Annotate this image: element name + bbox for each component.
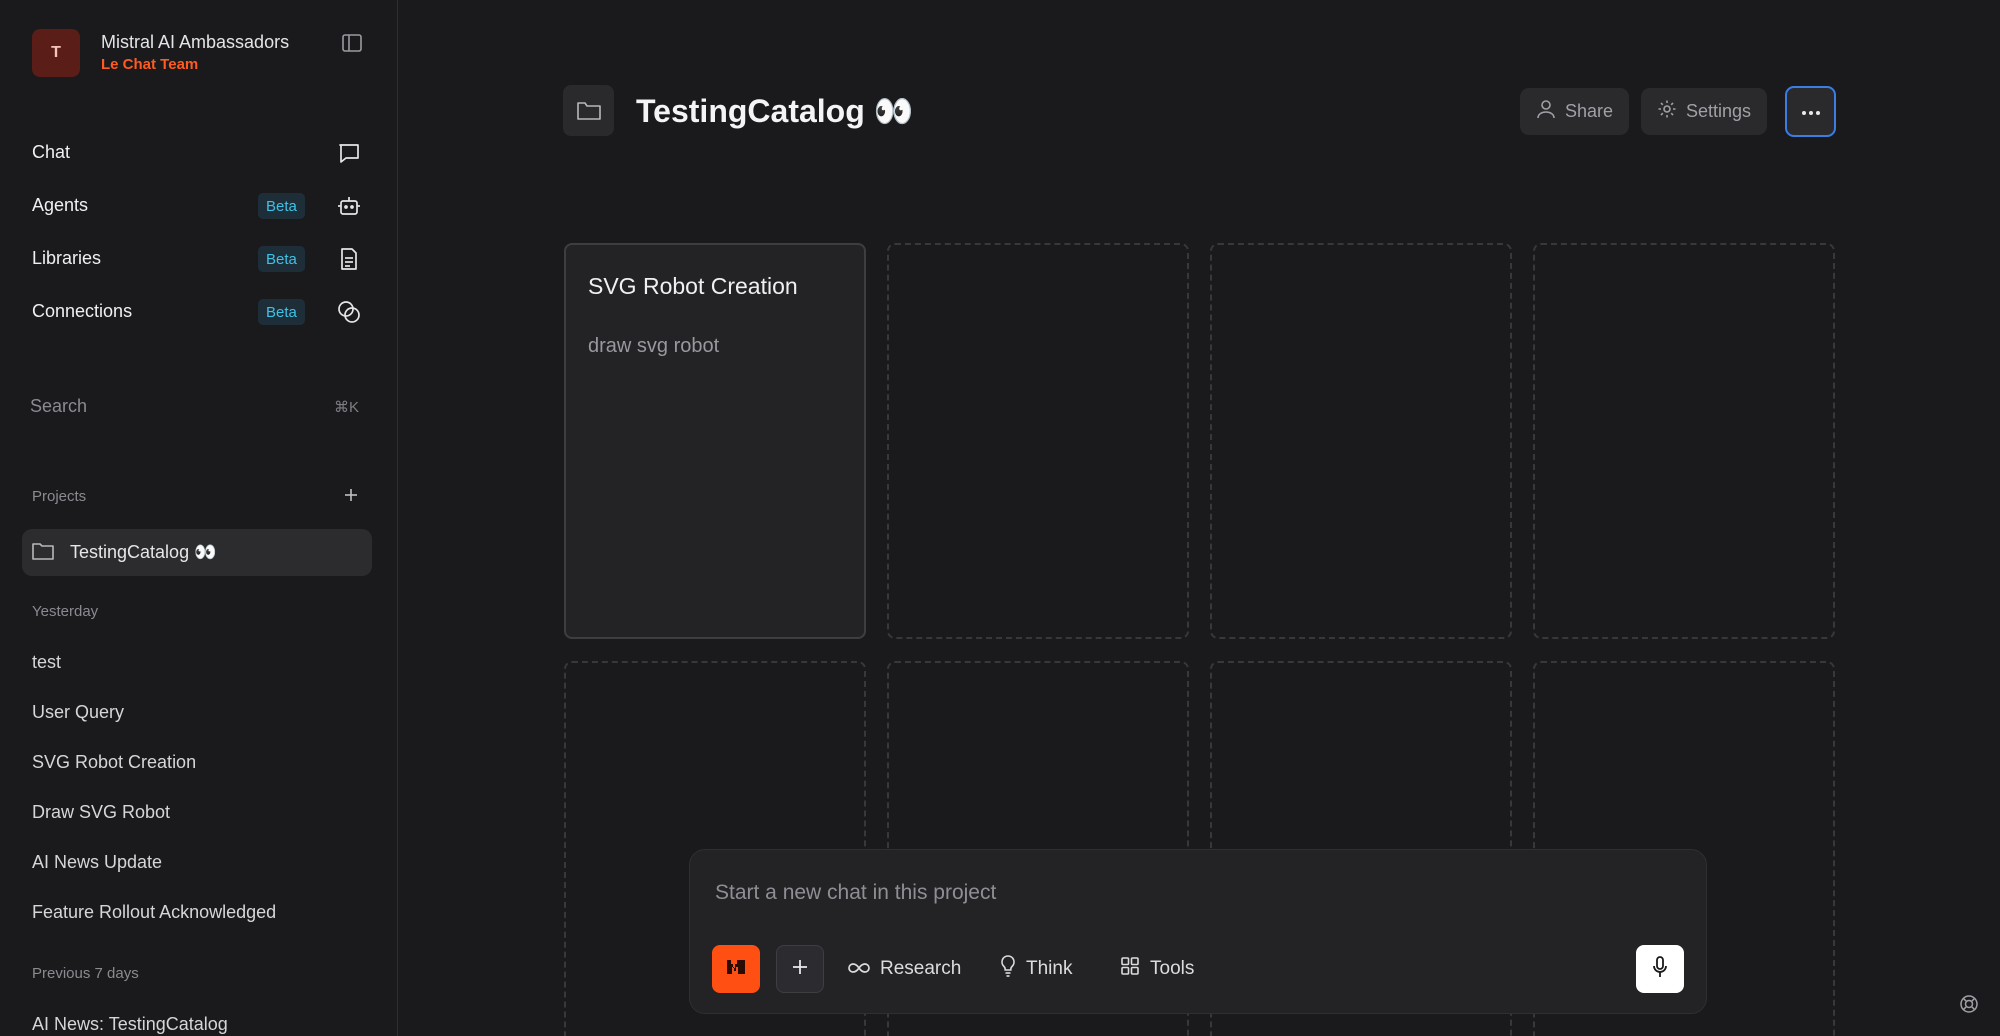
- search-placeholder: Search: [30, 396, 88, 416]
- nav-item-label: Libraries: [32, 248, 102, 268]
- chat-bubble-icon: [336, 140, 362, 166]
- history-item[interactable]: User Query: [32, 702, 124, 723]
- chat-composer[interactable]: Start a new chat in this project Researc…: [689, 849, 1707, 1014]
- robot-icon: [336, 193, 362, 219]
- workspace-header[interactable]: T Mistral AI Ambassadors Le Chat Team: [32, 29, 378, 77]
- settings-label: Settings: [1686, 101, 1752, 121]
- plus-icon: [792, 959, 808, 980]
- sidebar: T Mistral AI Ambassadors Le Chat Team Ch…: [0, 0, 398, 1036]
- think-button[interactable]: Think: [1000, 945, 1072, 993]
- history-item[interactable]: AI News: TestingCatalog: [32, 1014, 228, 1035]
- project-label: TestingCatalog 👀: [70, 542, 217, 562]
- project-folder-icon: [563, 85, 614, 136]
- nav-item-libraries[interactable]: Libraries Beta: [32, 239, 372, 279]
- research-button[interactable]: Research: [848, 945, 961, 993]
- empty-card-slot: [1210, 243, 1512, 639]
- history-item[interactable]: AI News Update: [32, 852, 162, 873]
- main-content: TestingCatalog 👀 Share Settings SVG Robo…: [399, 0, 2000, 1036]
- project-item[interactable]: TestingCatalog 👀: [22, 529, 372, 576]
- history-item[interactable]: Feature Rollout Acknowledged: [32, 902, 276, 923]
- tools-label: Tools: [1150, 958, 1195, 979]
- settings-button[interactable]: Settings: [1641, 88, 1768, 135]
- nav-item-chat[interactable]: Chat: [32, 133, 372, 173]
- history-item[interactable]: test: [32, 652, 61, 673]
- page-title: TestingCatalog 👀: [636, 93, 914, 129]
- history-heading-previous: Previous 7 days: [32, 965, 139, 982]
- workspace-team: Le Chat Team: [101, 56, 199, 73]
- beta-badge: Beta: [258, 299, 305, 325]
- history-item[interactable]: Draw SVG Robot: [32, 802, 170, 823]
- sidebar-toggle-icon[interactable]: [340, 31, 364, 55]
- connections-icon: [336, 299, 362, 325]
- mistral-cat-icon: [725, 958, 747, 981]
- empty-card-slot: [1533, 243, 1835, 639]
- tools-button[interactable]: Tools: [1120, 945, 1194, 993]
- nav-item-agents[interactable]: Agents Beta: [32, 186, 372, 226]
- research-label: Research: [880, 958, 962, 979]
- avatar[interactable]: T: [32, 29, 80, 77]
- chat-card[interactable]: SVG Robot Creation draw svg robot: [564, 243, 866, 639]
- search-shortcut: ⌘K: [333, 399, 359, 416]
- projects-heading: Projects: [32, 488, 87, 505]
- empty-card-slot: [887, 243, 1189, 639]
- lightbulb-icon: [1000, 955, 1016, 983]
- document-icon: [336, 246, 362, 272]
- add-attachment-button[interactable]: [776, 945, 824, 993]
- think-label: Think: [1026, 958, 1073, 979]
- history-item[interactable]: SVG Robot Creation: [32, 752, 196, 773]
- beta-badge: Beta: [258, 246, 305, 272]
- mistral-logo-button[interactable]: [712, 945, 760, 993]
- nav-item-label: Chat: [32, 142, 71, 162]
- share-label: Share: [1565, 101, 1614, 121]
- nav-item-connections[interactable]: Connections Beta: [32, 292, 372, 332]
- gear-icon: [1657, 99, 1677, 124]
- history-heading-yesterday: Yesterday: [32, 603, 99, 620]
- grid-icon: [1120, 956, 1140, 982]
- beta-badge: Beta: [258, 193, 305, 219]
- more-options-button[interactable]: [1785, 86, 1836, 137]
- folder-icon: [32, 541, 56, 563]
- nav-item-label: Connections: [32, 301, 133, 321]
- nav-item-label: Agents: [32, 195, 89, 215]
- microphone-icon: [1652, 955, 1668, 983]
- voice-input-button[interactable]: [1636, 945, 1684, 993]
- infinity-icon: [848, 958, 870, 980]
- composer-placeholder[interactable]: Start a new chat in this project: [715, 881, 996, 905]
- ellipsis-icon: [1801, 103, 1821, 121]
- search-input[interactable]: Search ⌘K: [30, 392, 362, 422]
- share-button[interactable]: Share: [1520, 88, 1630, 135]
- user-icon: [1536, 99, 1556, 124]
- help-lifebuoy-icon[interactable]: [1958, 993, 1980, 1015]
- add-project-button[interactable]: [340, 484, 362, 506]
- workspace-name: Mistral AI Ambassadors: [101, 32, 290, 52]
- card-description: draw svg robot: [588, 335, 720, 357]
- card-title: SVG Robot Creation: [588, 273, 798, 299]
